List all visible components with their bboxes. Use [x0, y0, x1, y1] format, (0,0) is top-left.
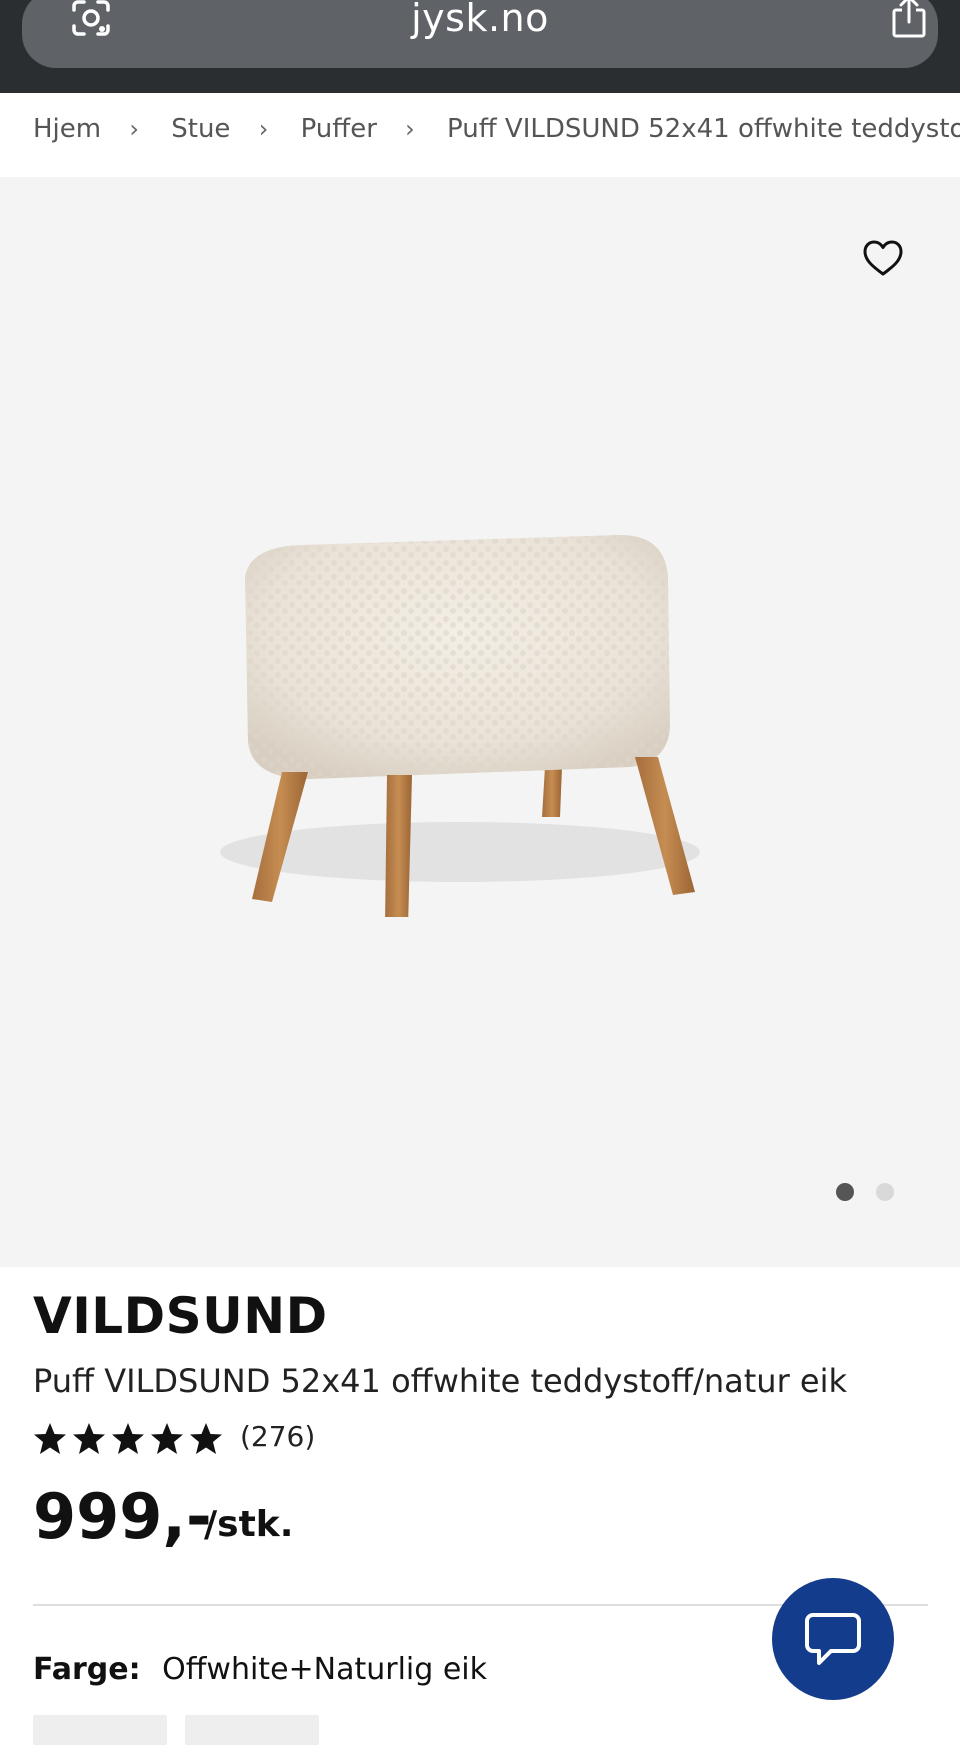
product-brand: VILDSUND	[33, 1287, 328, 1345]
address-bar[interactable]: jysk.no	[22, 0, 938, 68]
breadcrumb-item-stue[interactable]: Stue	[171, 93, 230, 165]
url-text: jysk.no	[411, 0, 549, 40]
breadcrumb: Hjem › Stue › Puffer › Puff VILDSUND 52x…	[0, 93, 960, 177]
share-icon[interactable]	[888, 0, 930, 40]
product-gallery[interactable]	[0, 177, 960, 1267]
color-label: Farge:	[33, 1652, 141, 1687]
breadcrumb-item-puffer[interactable]: Puffer	[301, 93, 377, 165]
breadcrumb-separator: ›	[129, 115, 139, 143]
chat-bubble-icon	[805, 1613, 861, 1665]
color-swatch[interactable]	[185, 1715, 319, 1745]
color-selector: Farge: Offwhite+Naturlig eik	[33, 1652, 487, 1687]
breadcrumb-item-current: Puff VILDSUND 52x41 offwhite teddystoff/…	[447, 114, 960, 144]
color-value: Offwhite+Naturlig eik	[162, 1652, 488, 1687]
rating-stars	[34, 1423, 222, 1454]
carousel-dot-active[interactable]	[836, 1183, 854, 1201]
price-unit: /stk.	[204, 1504, 294, 1545]
review-count[interactable]: (276)	[240, 1420, 315, 1453]
browser-toolbar: jysk.no	[0, 0, 960, 93]
breadcrumb-separator: ›	[405, 115, 415, 143]
color-swatch[interactable]	[33, 1715, 167, 1745]
product-price: 999,-	[33, 1480, 212, 1553]
breadcrumb-item-hjem[interactable]: Hjem	[33, 93, 101, 165]
breadcrumb-separator: ›	[258, 115, 269, 143]
carousel-dot[interactable]	[876, 1183, 894, 1201]
product-image	[220, 535, 700, 917]
product-title: Puff VILDSUND 52x41 offwhite teddystoff/…	[33, 1362, 848, 1400]
heart-outline-icon[interactable]	[862, 239, 904, 277]
chat-button[interactable]	[772, 1578, 894, 1700]
